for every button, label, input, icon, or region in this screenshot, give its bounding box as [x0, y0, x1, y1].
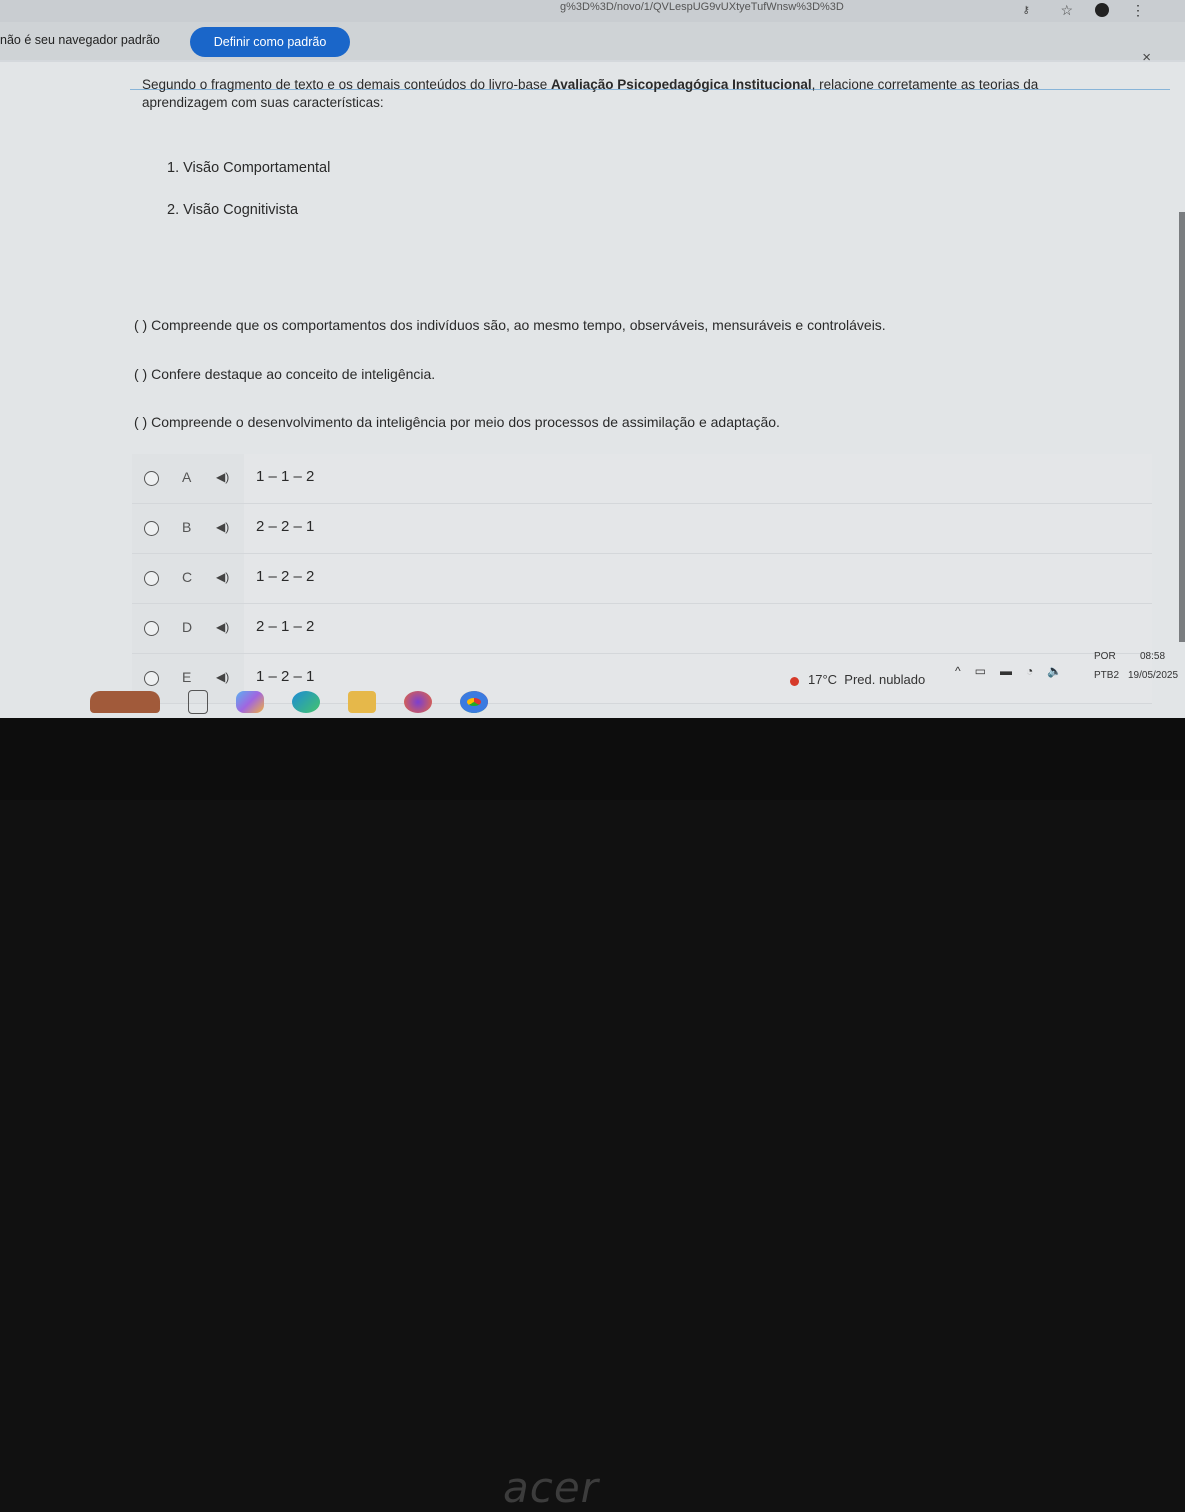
statement-1: ( ) Compreende que os comportamentos dos…: [134, 317, 886, 333]
task-view-icon[interactable]: [188, 690, 208, 714]
option-value: 2 – 1 – 2: [256, 618, 315, 635]
star-icon[interactable]: ☆: [1060, 3, 1073, 17]
option-value: 1 – 1 – 2: [256, 468, 315, 485]
set-default-button[interactable]: Definir como padrão: [190, 27, 350, 57]
option-letter: C: [182, 569, 193, 585]
theory-item-2: 2. Visão Cognitivista: [167, 202, 299, 218]
network-icon[interactable]: ▭: [975, 664, 986, 678]
folder-icon[interactable]: [348, 691, 376, 713]
radio-button[interactable]: [144, 621, 159, 636]
clock-date[interactable]: 19/05/2025: [1128, 670, 1178, 681]
speaker-icon[interactable]: ◀): [216, 670, 229, 684]
profile-icon[interactable]: [1095, 3, 1109, 17]
scrollbar[interactable]: [1179, 212, 1185, 642]
copilot-icon[interactable]: [236, 691, 264, 713]
option-value: 1 – 2 – 2: [256, 568, 315, 585]
radio-button[interactable]: [144, 571, 159, 586]
weather-temp: 17°C: [808, 672, 838, 687]
radio-button[interactable]: [144, 471, 159, 486]
battery-icon[interactable]: ▬: [1000, 664, 1012, 678]
speaker-icon[interactable]: ◀): [216, 470, 229, 484]
widgets-icon[interactable]: [90, 691, 160, 713]
edge-icon[interactable]: [292, 691, 320, 713]
weather-alert-icon: [790, 677, 799, 686]
volume-icon[interactable]: 🔈: [1047, 664, 1062, 678]
url-text[interactable]: g%3D%3D/novo/1/QVLespUG9vUXtyeTufWnsw%3D…: [560, 1, 844, 13]
option-value: 2 – 2 – 1: [256, 518, 315, 535]
chrome-icon[interactable]: [460, 691, 488, 713]
weather-widget[interactable]: 17°C Pred. nublado: [808, 672, 925, 687]
default-browser-infobar: não é seu navegador padrão Definir como …: [0, 22, 1185, 91]
chevron-up-icon[interactable]: ^: [955, 664, 961, 678]
keyboard-layout[interactable]: PTB2: [1094, 670, 1119, 681]
taskbar-apps: [90, 690, 488, 714]
statement-2: ( ) Confere destaque ao conceito de inte…: [134, 366, 436, 382]
brand-logo: acer: [503, 1463, 599, 1512]
language-code[interactable]: POR: [1094, 651, 1116, 662]
wifi-icon[interactable]: ◔: [1026, 664, 1033, 678]
infobar-message: não é seu navegador padrão: [0, 33, 160, 47]
option-letter: A: [182, 469, 192, 485]
screen: g%3D%3D/novo/1/QVLespUG9vUXtyeTufWnsw%3D…: [0, 0, 1185, 718]
option-d[interactable]: D ◀) 2 – 1 – 2: [132, 604, 1152, 654]
option-letter: D: [182, 619, 193, 635]
speaker-icon[interactable]: ◀): [216, 620, 229, 634]
question-text: Segundo o fragmento de texto e os demais…: [142, 76, 1102, 112]
address-bar[interactable]: g%3D%3D/novo/1/QVLespUG9vUXtyeTufWnsw%3D…: [0, 0, 1185, 22]
toolbar-icons: ⚷ ☆ ⋮: [1022, 3, 1145, 17]
radio-button[interactable]: [144, 671, 159, 686]
option-b[interactable]: B ◀) 2 – 2 – 1: [132, 504, 1152, 554]
question-page: Segundo o fragmento de texto e os demais…: [0, 62, 1185, 718]
radio-button[interactable]: [144, 521, 159, 536]
speaker-icon[interactable]: ◀): [216, 520, 229, 534]
statement-3: ( ) Compreende o desenvolvimento da inte…: [134, 414, 780, 430]
system-tray: ^ ▭ ▬ ◔ 🔈: [955, 664, 1062, 678]
question-prefix: Segundo o fragmento de texto e os demais…: [142, 77, 552, 92]
speaker-icon[interactable]: ◀): [216, 570, 229, 584]
laptop-bezel: acer: [0, 718, 1185, 1512]
option-letter: E: [182, 669, 192, 685]
book-title: Avaliação Psicopedagógica Institucional: [551, 77, 812, 92]
theory-item-1: 1. Visão Comportamental: [167, 160, 331, 176]
clock-time[interactable]: 08:58: [1140, 651, 1165, 662]
option-c[interactable]: C ◀) 1 – 2 – 2: [132, 554, 1152, 604]
key-icon[interactable]: ⚷: [1022, 5, 1038, 16]
option-letter: B: [182, 519, 192, 535]
option-value: 1 – 2 – 1: [256, 668, 315, 685]
menu-icon[interactable]: ⋮: [1131, 3, 1145, 17]
weather-desc: Pred. nublado: [844, 672, 926, 687]
firefox-icon[interactable]: [404, 691, 432, 713]
option-a[interactable]: A ◀) 1 – 1 – 2: [132, 454, 1152, 504]
